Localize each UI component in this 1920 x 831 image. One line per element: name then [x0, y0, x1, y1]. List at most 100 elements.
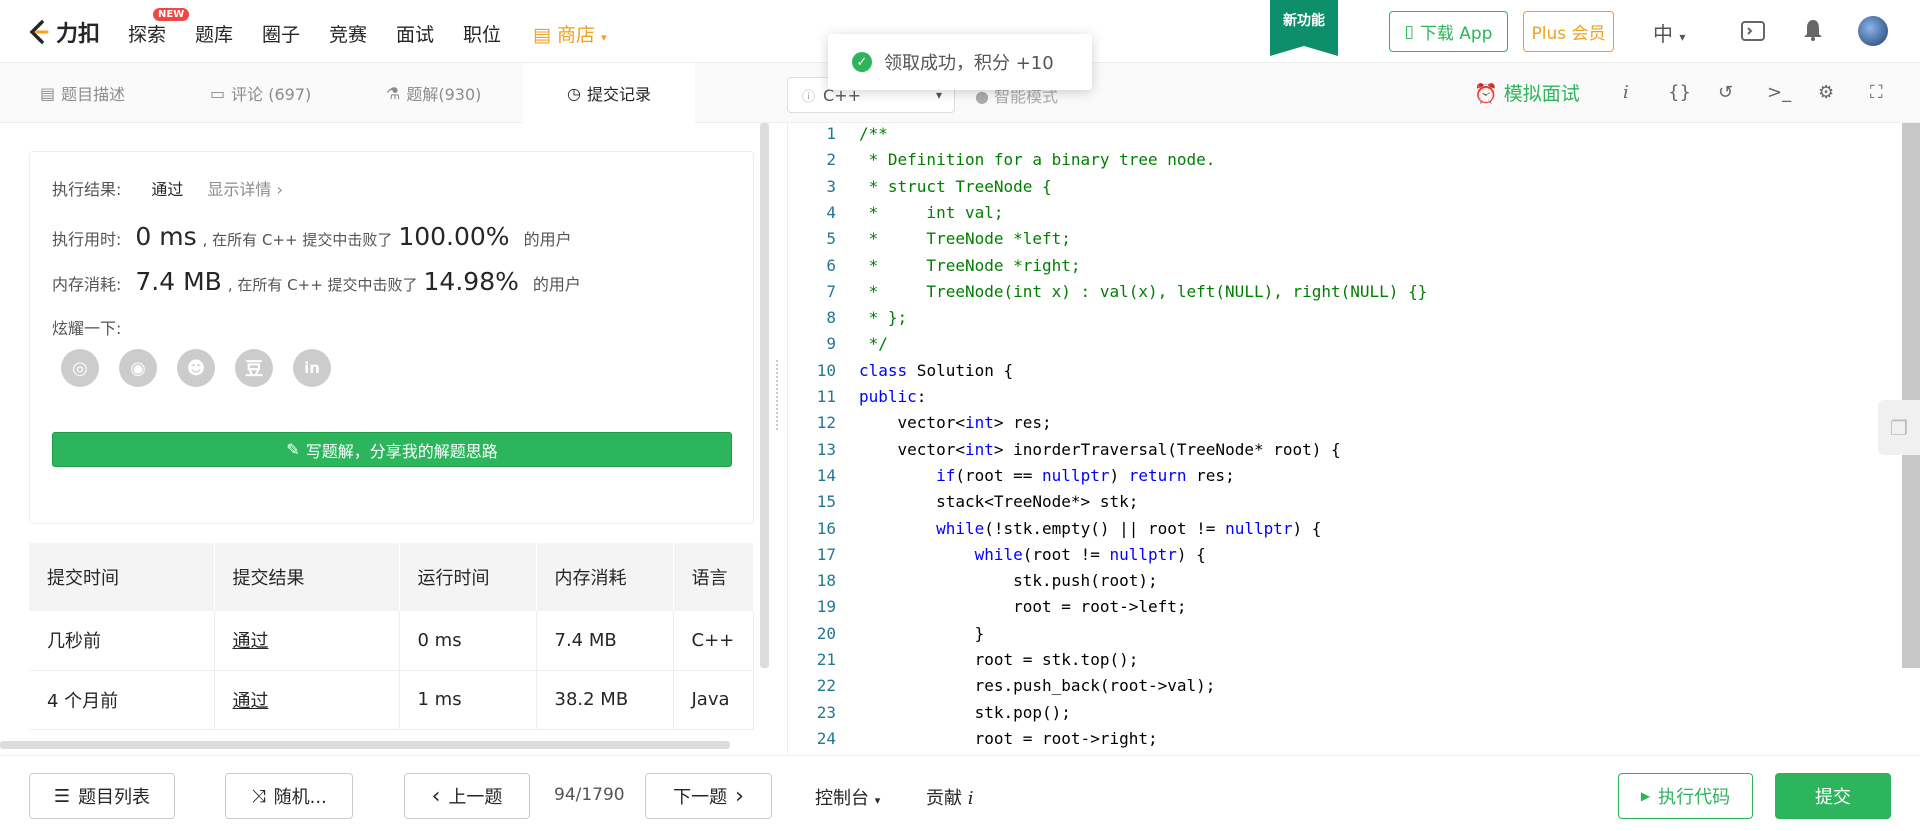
cell-time: 几秒前 — [29, 611, 215, 671]
nav-circle[interactable]: 圈子 — [262, 20, 300, 47]
download-app-button[interactable]: ▯ 下载 App — [1389, 11, 1508, 52]
run-code-button[interactable]: ▶ 执行代码 — [1618, 773, 1753, 819]
runtime-label: 执行用时: — [52, 230, 122, 249]
prev-problem-label: 上一题 — [448, 787, 503, 808]
braces-icon[interactable]: {} — [1668, 82, 1691, 103]
line-number: 14 — [816, 465, 836, 485]
info-italic-icon[interactable]: i — [1623, 82, 1629, 103]
code-line: root = stk.top(); — [859, 650, 1139, 669]
table-row[interactable]: 4 个月前 通过 1 ms 38.2 MB Java — [29, 670, 754, 730]
prev-problem-button[interactable]: ‹ 上一题 — [404, 773, 530, 819]
tab-solutions[interactable]: ⚗ 题解(930) — [386, 63, 481, 123]
chevron-right-icon: › — [735, 783, 744, 809]
code-line: root = root->left; — [859, 597, 1187, 617]
user-avatar[interactable] — [1858, 16, 1888, 46]
weibo-icon[interactable]: ◉ — [119, 349, 157, 387]
code-line: root = root->right; — [859, 728, 1158, 748]
douban-icon[interactable]: 豆 — [235, 349, 273, 387]
code-line: * TreeNode *right; — [859, 255, 1081, 275]
tab-description[interactable]: ▤ 题目描述 — [40, 63, 125, 123]
write-solution-button[interactable]: ✎ 写题解，分享我的解题思路 — [52, 432, 732, 467]
alarm-icon: ⏰ — [1474, 83, 1498, 105]
mock-interview-button[interactable]: ⏰ 模拟面试 — [1474, 79, 1580, 106]
next-problem-button[interactable]: 下一题 › — [645, 773, 772, 819]
playground-icon[interactable] — [1740, 19, 1766, 43]
terminal-icon[interactable]: >_ — [1767, 82, 1791, 103]
memory-beat-text: , 在所有 C++ 提交中击败了 — [227, 276, 418, 294]
random-button[interactable]: ⤨ 随机... — [225, 773, 353, 819]
table-row[interactable]: 几秒前 通过 0 ms 7.4 MB C++ — [29, 611, 754, 671]
runtime-beat-text: , 在所有 C++ 提交中击败了 — [202, 231, 393, 249]
result-card: 执行结果: 通过 显示详情 › 执行用时: 0 ms , 在所有 C++ 提交中… — [29, 151, 754, 524]
shop-icon: ▤ — [533, 24, 551, 46]
clock-icon: ◷ — [567, 83, 581, 103]
toast-text: 领取成功，积分 +10 — [884, 53, 1054, 74]
next-problem-label: 下一题 — [673, 787, 728, 808]
splitter-handle[interactable] — [776, 360, 780, 430]
settings-icon[interactable]: ⚙ — [1818, 82, 1834, 103]
code-line: * Definition for a binary tree node. — [859, 150, 1216, 170]
nav-interview[interactable]: 面试 — [396, 20, 434, 47]
code-line: stk.pop(); — [859, 702, 1071, 722]
contribute-label: 贡献 — [926, 788, 962, 809]
col-runtime: 运行时间 — [399, 543, 537, 611]
code-line: * }; — [859, 308, 908, 328]
code-line: public: — [859, 387, 927, 406]
code-line: * struct TreeNode { — [859, 176, 1052, 196]
nav-shop[interactable]: ▤ 商店 ▾ — [533, 20, 607, 47]
code-line: if(root == nullptr) return res; — [936, 465, 1235, 485]
cell-time: 4 个月前 — [29, 670, 215, 730]
clipboard-icon: ❐ — [1890, 416, 1908, 440]
line-number: 20 — [816, 623, 836, 643]
plus-member-button[interactable]: Plus 会员 — [1523, 11, 1614, 52]
left-horizontal-scrollbar[interactable] — [0, 741, 730, 749]
wechat-icon[interactable]: ◎ — [61, 349, 99, 387]
contribute-link[interactable]: 贡献 i — [926, 784, 974, 810]
left-vertical-scrollbar[interactable] — [760, 123, 769, 668]
memory-value: 7.4 MB — [135, 267, 222, 296]
status-label: 执行结果: — [52, 180, 122, 199]
runtime-row: 执行用时: 0 ms , 在所有 C++ 提交中击败了 100.00% 的用户 — [52, 222, 572, 251]
code-line: } — [859, 623, 985, 643]
language-switch[interactable]: 中 ▾ — [1653, 18, 1685, 47]
bell-icon[interactable] — [1802, 18, 1824, 42]
nav-contest[interactable]: 竞赛 — [329, 20, 367, 47]
code-editor[interactable]: 1 /** 2 * Definition for a binary tree nod… — [787, 123, 1920, 755]
console-toggle[interactable]: 控制台 ▾ — [815, 784, 880, 810]
line-number: 2 — [826, 150, 836, 170]
linkedin-icon[interactable]: in — [293, 349, 331, 387]
qq-icon[interactable]: ☻ — [177, 349, 215, 387]
problem-list-button[interactable]: ☰ 题目列表 — [29, 773, 175, 819]
nav-jobs[interactable]: 职位 — [463, 20, 501, 47]
editor-scrollbar[interactable] — [1902, 123, 1920, 668]
console-label: 控制台 — [815, 788, 869, 809]
tab-submissions[interactable]: ◷ 提交记录 — [523, 63, 695, 123]
code-line: * TreeNode *left; — [859, 229, 1071, 249]
line-number: 13 — [816, 439, 836, 459]
reset-icon[interactable]: ↺ — [1718, 82, 1733, 103]
cell-result[interactable]: 通过 — [214, 611, 400, 671]
language-label: 中 — [1653, 22, 1673, 46]
new-feature-flag[interactable]: 新功能 — [1270, 0, 1338, 56]
leetcode-logo[interactable]: 力扣 — [28, 16, 100, 48]
show-details-link[interactable]: 显示详情 › — [207, 176, 283, 200]
document-icon: ▤ — [40, 83, 56, 103]
chevron-left-icon: ‹ — [431, 783, 441, 809]
flask-icon: ⚗ — [386, 83, 401, 103]
status-value: 通过 — [151, 180, 184, 199]
line-number: 10 — [816, 360, 836, 380]
col-result: 提交结果 — [214, 543, 400, 611]
nav-problems[interactable]: 题库 — [195, 20, 233, 47]
line-number: 19 — [816, 597, 836, 617]
nav-explore[interactable]: 探索 — [128, 20, 166, 47]
line-number: 6 — [826, 255, 836, 275]
submit-button[interactable]: 提交 — [1775, 773, 1891, 819]
cell-result[interactable]: 通过 — [214, 670, 400, 730]
memory-tail: 的用户 — [532, 275, 581, 294]
problem-counter: 94/1790 — [554, 785, 625, 805]
side-clipboard-tab[interactable]: ❐ — [1878, 400, 1920, 455]
cell-memory: 7.4 MB — [536, 611, 674, 671]
code-line: class Solution { — [859, 360, 1014, 380]
fullscreen-icon[interactable]: ⛶ — [1870, 82, 1883, 103]
tab-comments[interactable]: ▭ 评论 (697) — [210, 63, 311, 123]
